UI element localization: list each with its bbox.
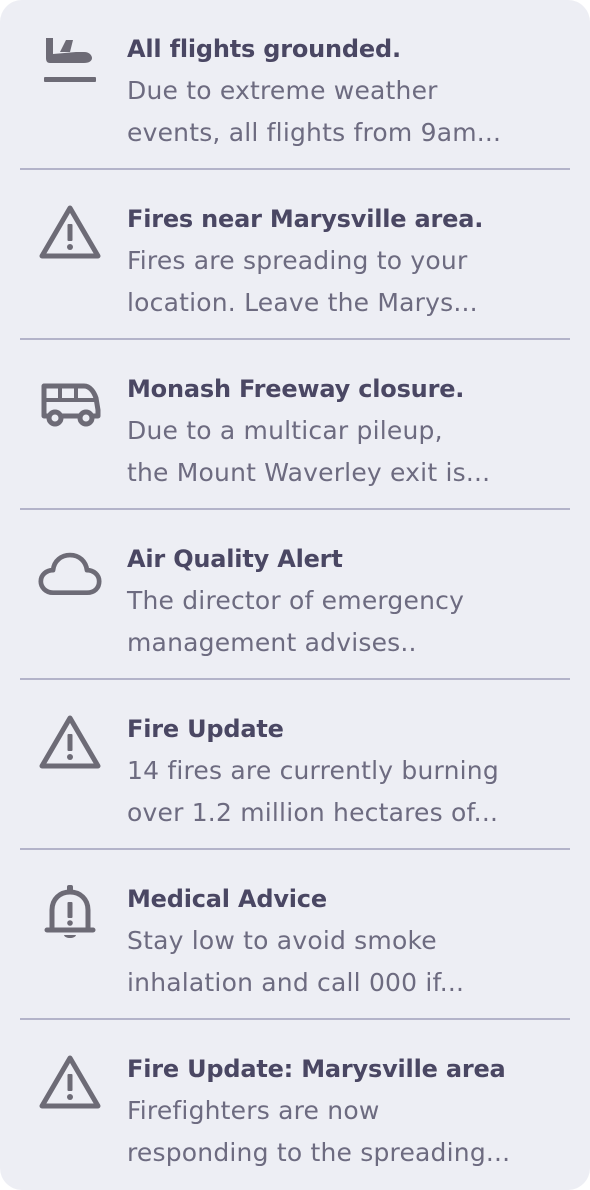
alerts-panel: All flights grounded. Due to extreme wea…	[0, 0, 590, 1190]
alert-item-freeway-closure[interactable]: Monash Freeway closure. Due to a multica…	[0, 340, 590, 510]
alert-title: Fires near Marysville area.	[127, 205, 484, 233]
alert-body-line: the Mount Waverley exit is...	[127, 458, 491, 487]
alert-title: Air Quality Alert	[127, 545, 343, 573]
alert-item-fire-update[interactable]: Fire Update 14 fires are currently burni…	[0, 680, 590, 850]
alert-body-line: over 1.2 million hectares of...	[127, 798, 499, 827]
alert-item-fire-update-marysville[interactable]: Fire Update: Marysville area Firefighter…	[0, 1020, 590, 1190]
alert-body-line: Firefighters are now	[127, 1096, 380, 1125]
alert-title: Fire Update: Marysville area	[127, 1055, 506, 1083]
alert-body-line: Fires are spreading to your	[127, 246, 468, 275]
alert-body-line: Due to a multicar pileup,	[127, 416, 443, 445]
alert-body-line: Stay low to avoid smoke	[127, 926, 437, 955]
cloud-icon	[38, 540, 102, 604]
alert-body-line: 14 fires are currently burning	[127, 756, 499, 785]
alert-title: Medical Advice	[127, 885, 327, 913]
alert-item-flights[interactable]: All flights grounded. Due to extreme wea…	[0, 0, 590, 170]
bell-alert-icon	[38, 880, 102, 944]
alert-item-air-quality[interactable]: Air Quality Alert The director of emerge…	[0, 510, 590, 680]
alert-body-line: events, all flights from 9am...	[127, 118, 502, 147]
warning-triangle-icon	[38, 1050, 102, 1114]
bus-icon	[38, 370, 102, 434]
warning-triangle-icon	[38, 710, 102, 774]
flight-landing-icon	[38, 30, 102, 94]
alert-title: Fire Update	[127, 715, 284, 743]
alert-body-line: The director of emergency	[127, 586, 465, 615]
warning-triangle-icon	[38, 200, 102, 264]
alert-title: Monash Freeway closure.	[127, 375, 465, 403]
alert-body-line: management advises..	[127, 628, 417, 657]
alert-item-fires-marysville[interactable]: Fires near Marysville area. Fires are sp…	[0, 170, 590, 340]
alert-item-medical-advice[interactable]: Medical Advice Stay low to avoid smoke i…	[0, 850, 590, 1020]
alert-body-line: inhalation and call 000 if...	[127, 968, 465, 997]
alert-body-line: location. Leave the Marys...	[127, 288, 478, 317]
alert-body-line: Due to extreme weather	[127, 76, 438, 105]
alert-title: All flights grounded.	[127, 35, 401, 63]
alert-body-line: responding to the spreading...	[127, 1138, 511, 1167]
